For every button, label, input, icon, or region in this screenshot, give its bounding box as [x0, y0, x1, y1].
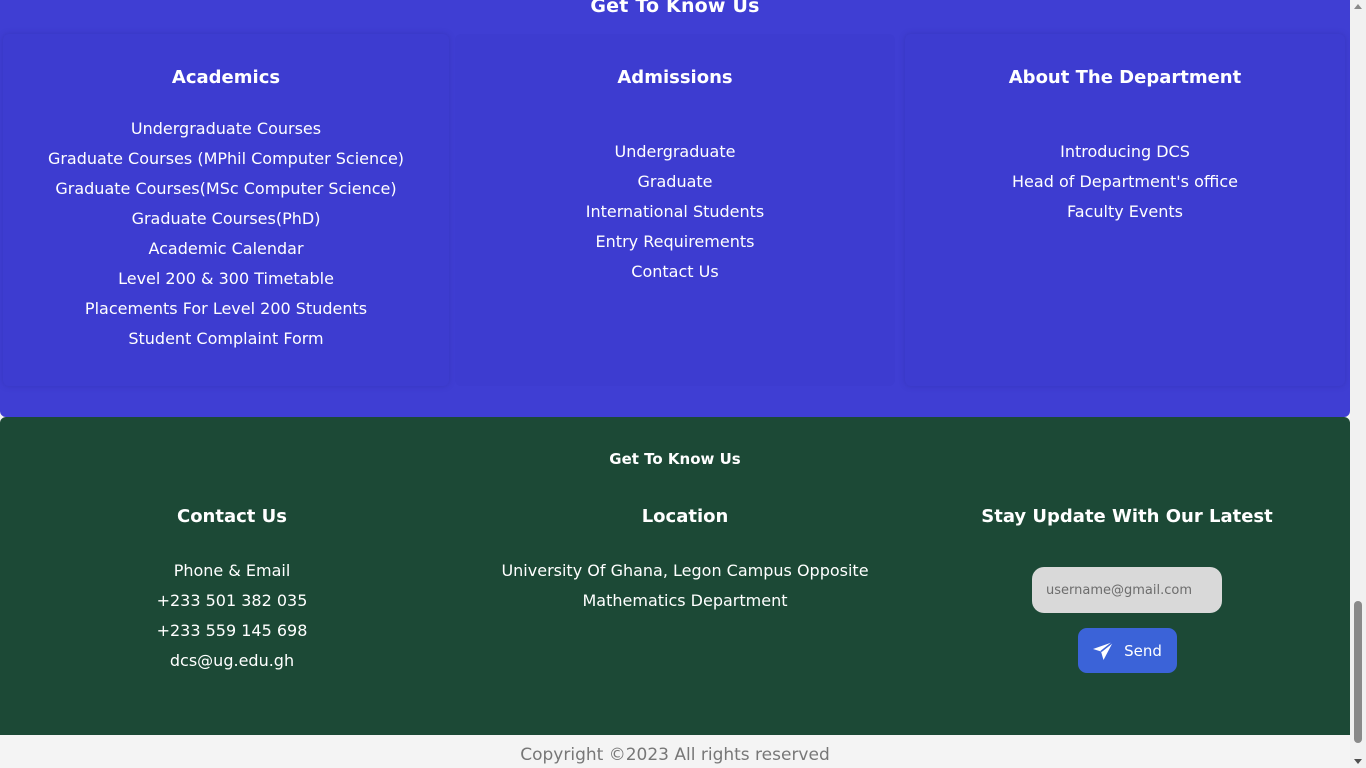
newsletter-email-input[interactable]	[1032, 567, 1222, 613]
scroll-up-arrow-icon[interactable]	[1354, 4, 1362, 9]
link-entry-requirements[interactable]: Entry Requirements	[455, 227, 895, 257]
link-graduate-msc[interactable]: Graduate Courses(MSc Computer Science)	[3, 174, 449, 204]
link-undergraduate[interactable]: Undergraduate	[455, 137, 895, 167]
link-complaint-form[interactable]: Student Complaint Form	[3, 324, 449, 354]
link-graduate-phd[interactable]: Graduate Courses(PhD)	[3, 204, 449, 234]
links-section: Get To Know Us Academics Undergraduate C…	[0, 0, 1350, 417]
admissions-title: Admissions	[617, 67, 733, 88]
copyright-text: Copyright ©2023 All rights reserved	[520, 745, 830, 765]
link-contact-us[interactable]: Contact Us	[455, 257, 895, 287]
contact-label: Phone & Email	[173, 561, 291, 580]
newsletter-column: Stay Update With Our Latest Send	[977, 505, 1277, 673]
page: Get To Know Us Academics Undergraduate C…	[0, 0, 1366, 768]
contact-column: Contact Us Phone & Email +233 501 382 03…	[82, 505, 382, 676]
location-title: Location	[641, 506, 729, 527]
vertical-scrollbar[interactable]	[1350, 0, 1366, 768]
academics-title: Academics	[171, 67, 281, 88]
link-academic-calendar[interactable]: Academic Calendar	[3, 234, 449, 264]
footer-heading: Get To Know Us	[609, 450, 741, 468]
location-lines: University Of Ghana, Legon Campus Opposi…	[470, 556, 900, 616]
location-line-1: University Of Ghana, Legon Campus Opposi…	[501, 561, 869, 580]
about-department-title: About The Department	[1008, 67, 1242, 88]
send-button[interactable]: Send	[1077, 628, 1177, 673]
paper-plane-icon	[1092, 640, 1114, 661]
send-button-label: Send	[1124, 641, 1162, 660]
link-introducing-dcs[interactable]: Introducing DCS	[905, 137, 1345, 167]
phone-number-1: +233 501 382 035	[156, 591, 308, 610]
contact-title: Contact Us	[176, 506, 287, 527]
newsletter-title: Stay Update With Our Latest	[981, 506, 1273, 527]
academics-links: Undergraduate Courses Graduate Courses (…	[3, 114, 449, 354]
scrollbar-thumb[interactable]	[1354, 601, 1362, 743]
scroll-down-arrow-icon[interactable]	[1354, 759, 1362, 764]
link-timetable[interactable]: Level 200 & 300 Timetable	[3, 264, 449, 294]
about-department-links: Introducing DCS Head of Department's off…	[905, 137, 1345, 227]
admissions-links: Undergraduate Graduate International Stu…	[455, 137, 895, 287]
phone-number-2: +233 559 145 698	[156, 621, 308, 640]
contact-lines: Phone & Email +233 501 382 035 +233 559 …	[82, 556, 382, 676]
link-hod-office[interactable]: Head of Department's office	[905, 167, 1345, 197]
link-graduate[interactable]: Graduate	[455, 167, 895, 197]
section-heading: Get To Know Us	[590, 0, 760, 17]
admissions-card: Admissions Undergraduate Graduate Intern…	[455, 34, 895, 386]
about-department-card: About The Department Introducing DCS Hea…	[905, 34, 1345, 386]
academics-card: Academics Undergraduate Courses Graduate…	[3, 34, 449, 386]
location-column: Location University Of Ghana, Legon Camp…	[470, 505, 900, 616]
link-international-students[interactable]: International Students	[455, 197, 895, 227]
link-undergraduate-courses[interactable]: Undergraduate Courses	[3, 114, 449, 144]
footer-section: Get To Know Us Contact Us Phone & Email …	[0, 417, 1350, 735]
link-faculty-events[interactable]: Faculty Events	[905, 197, 1345, 227]
location-line-2: Mathematics Department	[582, 591, 788, 610]
contact-email: dcs@ug.edu.gh	[169, 651, 295, 670]
link-placements[interactable]: Placements For Level 200 Students	[3, 294, 449, 324]
link-graduate-mphil[interactable]: Graduate Courses (MPhil Computer Science…	[3, 144, 449, 174]
